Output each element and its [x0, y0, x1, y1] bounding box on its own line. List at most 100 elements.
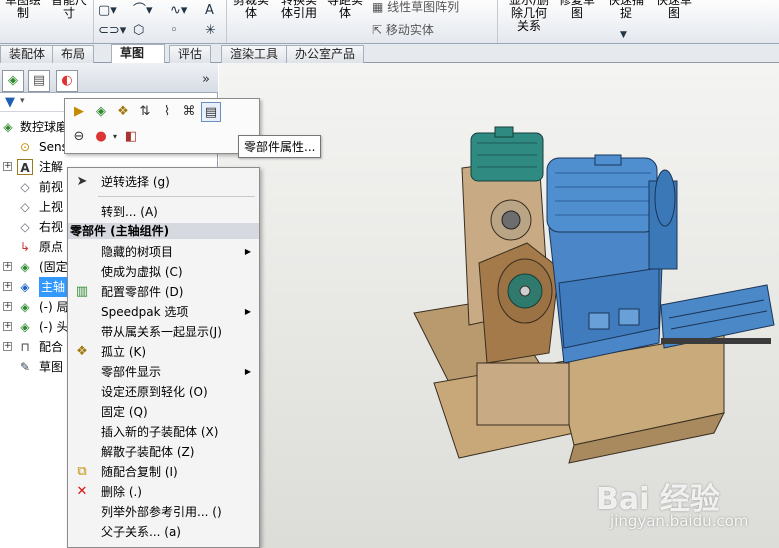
polygon-icon[interactable]: ⬡ [133, 24, 144, 38]
component-properties-icon[interactable]: ▤ [201, 102, 221, 122]
transparency-icon[interactable]: ◧ [121, 127, 141, 147]
panel-tabs: ◈ ▤ ◐ » [0, 63, 218, 93]
move-icon: ⇱ [372, 23, 386, 37]
menu-item-speedpak-options[interactable]: Speedpak 选项 ▶ [68, 302, 259, 322]
move-entities-button[interactable]: ⇱ 移动实体 [372, 21, 434, 38]
menu-item-show-with-dependents[interactable]: 带从属关系一起显示(J) [68, 322, 259, 342]
menu-item-make-virtual[interactable]: 使成为虚拟 (C) [68, 262, 259, 282]
tab-office-products[interactable]: 办公室产品 [286, 45, 365, 63]
open-part-icon[interactable]: ▶ [69, 102, 89, 122]
cursor-icon: ➤ [76, 174, 88, 189]
menu-item-component-display[interactable]: 零部件显示 ▶ [68, 362, 259, 382]
attach-icon[interactable]: ⌇ [157, 102, 177, 122]
filter-icon[interactable]: ▼ [5, 95, 15, 110]
display-relations-button[interactable]: 显示/删除几何关系 [506, 0, 552, 33]
rapid-sketch-button[interactable]: 快速草图 [652, 0, 696, 20]
menu-item-copy-with-mates[interactable]: ⧉ 随配合复制 (I) [68, 462, 259, 482]
plane-icon: ◇ [20, 180, 30, 194]
offset-entities-button[interactable]: 等距实体 [326, 0, 364, 20]
sort-icon[interactable]: ⇅ [135, 102, 155, 122]
rebuild-icon[interactable]: ◈ [91, 102, 111, 122]
menu-separator [98, 196, 255, 197]
component-icon: ◈ [20, 300, 30, 314]
linear-pattern-button[interactable]: ▦ 线性草图阵列 [372, 0, 459, 15]
watermark-url: jingyan.baidu.com [610, 512, 749, 530]
context-menu: ➤ 逆转选择 (g) 转到... (A) 零部件 (主轴组件) 隐藏的树项目 ▶… [67, 167, 260, 548]
centerline-icon[interactable]: ✳ [205, 24, 216, 38]
menu-item-set-resolved-to-lightweight[interactable]: 设定还原到轻化 (O) [68, 382, 259, 402]
menu-header-component: 零部件 (主轴组件) [68, 223, 259, 239]
menu-item-delete[interactable]: ✕ 删除 (.) [68, 482, 259, 502]
smart-dimension-button[interactable]: 智能尺寸 [48, 0, 90, 20]
chevron-down-icon[interactable]: ▼ [620, 28, 627, 42]
menu-item-invert-selection[interactable]: ➤ 逆转选择 (g) [68, 172, 259, 192]
trim-entities-button[interactable]: 剪裁实体 [232, 0, 270, 20]
component-icon: ◈ [20, 320, 30, 334]
menu-item-hidden-tree-items[interactable]: 隐藏的树项目 ▶ [68, 242, 259, 262]
sketch-icon: ✎ [19, 360, 31, 374]
quick-snaps-button[interactable]: 快速捕捉 [605, 0, 647, 20]
isolate-icon: ❖ [76, 344, 88, 359]
repair-sketch-button[interactable]: 修复草图 [556, 0, 598, 20]
zoom-to-selection-icon[interactable]: ⊖ [69, 127, 89, 147]
ribbon-separator [226, 0, 227, 43]
sensor-icon: ⊙ [19, 140, 31, 154]
ribbon-separator [93, 0, 94, 43]
sketch-button[interactable]: 草图绘制 [2, 0, 44, 20]
menu-item-fix[interactable]: 固定 (Q) [68, 402, 259, 422]
expand-toggle[interactable]: + [3, 302, 12, 311]
slot-icon[interactable]: ⊂⊃▾ [98, 24, 126, 38]
assembly-icon: ◈ [3, 120, 13, 134]
arc-icon[interactable]: ⌒▾ [133, 4, 153, 18]
menu-item-parent-child[interactable]: 父子关系... (a) [68, 522, 259, 542]
point-icon[interactable]: ◦ [170, 24, 178, 38]
convert-entities-button[interactable]: 转换实体引用 [276, 0, 322, 20]
tab-layout[interactable]: 布局 [52, 45, 95, 63]
baidu-watermark-logo: Bai 经验 jingyan.baidu.com [596, 474, 748, 530]
tooltip: 零部件属性... [238, 135, 322, 158]
component-icon: ◈ [20, 260, 30, 274]
menu-item-dissolve-subassembly[interactable]: 解散子装配体 (Z) [68, 442, 259, 462]
expand-toggle[interactable]: + [3, 262, 12, 271]
mate-icon: ⊓ [20, 340, 30, 354]
tab-render-tools[interactable]: 渲染工具 [221, 45, 288, 63]
submenu-arrow-icon: ▶ [244, 307, 251, 316]
text-icon[interactable]: A [205, 4, 214, 18]
mate-icon[interactable]: ⌘ [179, 102, 199, 122]
menu-item-configure-component[interactable]: ▥ 配置零部件 (D) [68, 282, 259, 302]
tab-assembly[interactable]: 装配体 [0, 45, 55, 63]
expand-panel-icon[interactable]: » [202, 72, 210, 87]
origin-icon: ↳ [19, 240, 31, 254]
feature-manager-tab-icon[interactable]: ◈ [2, 70, 24, 92]
submenu-arrow-icon: ▶ [244, 247, 251, 256]
tab-sketch[interactable]: 草图 [111, 44, 165, 64]
ribbon-separator [497, 0, 498, 43]
spline-icon[interactable]: ∿▾ [170, 4, 187, 18]
context-toolbar: ▶ ◈ ❖ ⇅ ⌇ ⌘ ▤ ⊖ ● ▾ ◧ [64, 98, 260, 154]
copy-with-mates-icon: ⧉ [77, 464, 87, 479]
expand-toggle[interactable]: + [3, 282, 12, 291]
display-manager-tab-icon[interactable]: ◐ [56, 70, 78, 92]
menu-item-isolate[interactable]: ❖ 孤立 (K) [68, 342, 259, 362]
component-icon: ◈ [20, 280, 30, 294]
chevron-down-icon[interactable]: ▾ [20, 96, 25, 106]
delete-icon: ✕ [76, 484, 88, 499]
pattern-icon: ▦ [372, 0, 388, 14]
tab-evaluate[interactable]: 评估 [169, 45, 212, 63]
submenu-arrow-icon: ▶ [244, 367, 251, 376]
plane-icon: ◇ [20, 200, 30, 214]
expand-toggle[interactable]: + [3, 322, 12, 331]
menu-item-insert-new-subassembly[interactable]: 插入新的子装配体 (X) [68, 422, 259, 442]
property-manager-tab-icon[interactable]: ▤ [28, 70, 50, 92]
expand-toggle[interactable]: + [3, 342, 12, 351]
menu-item-go-to[interactable]: 转到... (A) [68, 202, 259, 222]
rectangle-icon[interactable]: ▢▾ [98, 4, 117, 18]
command-ribbon: 草图绘制 智能尺寸 ▢▾ ⊂⊃▾ ⌒▾ ⬡ ∿▾ ◦ A ✳ 剪裁实体 转换实体… [0, 0, 779, 44]
command-tabs: 装配体 布局 草图 评估 渲染工具 办公室产品 [0, 44, 779, 64]
edit-component-icon[interactable]: ❖ [113, 102, 133, 122]
expand-toggle[interactable]: + [3, 162, 12, 171]
menu-item-list-external-refs[interactable]: 列举外部参考引用... () [68, 502, 259, 522]
configure-icon: ▥ [75, 284, 89, 299]
annotation-icon: A [17, 159, 33, 175]
plane-icon: ◇ [20, 220, 30, 234]
